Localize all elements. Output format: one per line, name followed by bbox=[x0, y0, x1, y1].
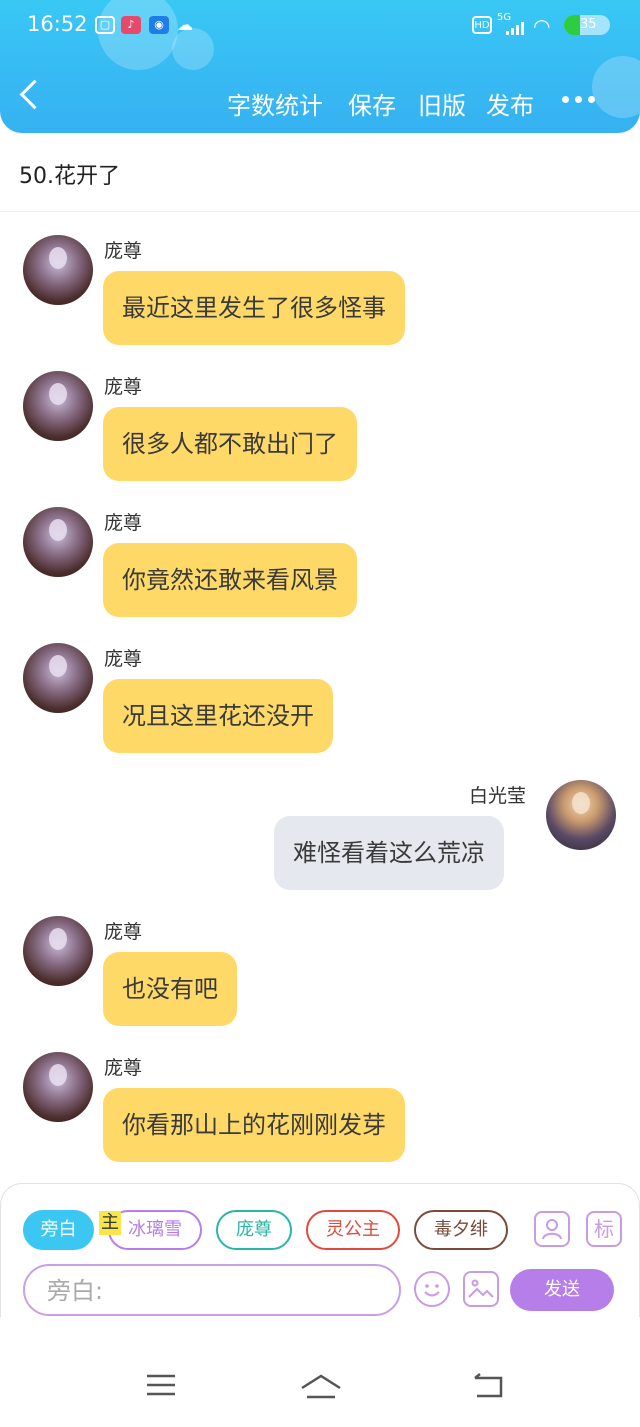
avatar-pangzun[interactable] bbox=[23, 371, 93, 441]
publish-button[interactable]: 发布 bbox=[486, 86, 534, 121]
menu-icon[interactable] bbox=[145, 1372, 177, 1402]
speaker-name: 庞尊 bbox=[104, 1057, 143, 1079]
speaker-name: 庞尊 bbox=[104, 240, 143, 262]
speaker-name: 庞尊 bbox=[104, 921, 143, 943]
word-count-button[interactable]: 字数统计 bbox=[227, 86, 323, 121]
message-bubble[interactable]: 最近这里发生了很多怪事 bbox=[103, 271, 405, 345]
message-bubble[interactable]: 你竟然还敢来看风景 bbox=[103, 543, 357, 617]
wifi-icon: ◠ bbox=[533, 14, 551, 38]
speaker-name: 庞尊 bbox=[104, 648, 143, 670]
character-chip-narrator[interactable]: 旁白 bbox=[23, 1210, 94, 1250]
speaker-name: 庞尊 bbox=[104, 512, 143, 534]
character-chip-linggongzhu[interactable]: 灵公主 bbox=[306, 1210, 400, 1250]
music-notification-icon: ♪ bbox=[121, 16, 141, 34]
message-bubble[interactable]: 你看那山上的花刚刚发芽 bbox=[103, 1088, 405, 1162]
character-chip-duxifei[interactable]: 毒夕绯 bbox=[414, 1210, 508, 1250]
home-icon[interactable] bbox=[299, 1373, 343, 1407]
message-bubble[interactable]: 况且这里花还没开 bbox=[103, 679, 333, 753]
old-version-button[interactable]: 旧版 bbox=[418, 86, 466, 121]
avatar-pangzun[interactable] bbox=[23, 643, 93, 713]
character-chip-pangzun[interactable]: 庞尊 bbox=[216, 1210, 292, 1250]
top-header: 16:52 ▢ ♪ ◉ ☁ HD 5G ◠ 35 字数统计 保存 旧版 发布 bbox=[0, 0, 640, 133]
emoji-icon[interactable] bbox=[414, 1271, 450, 1307]
message-bubble[interactable]: 很多人都不敢出门了 bbox=[103, 407, 357, 481]
back-icon[interactable] bbox=[471, 1372, 505, 1404]
speaker-name: 庞尊 bbox=[104, 376, 143, 398]
cloud-icon: ☁ bbox=[177, 15, 193, 34]
app-notification-icon: ▢ bbox=[95, 16, 115, 34]
hotspot-notification-icon: ◉ bbox=[149, 16, 169, 34]
character-chip-binglixue[interactable]: 冰璃雪 bbox=[108, 1210, 202, 1250]
avatar-pangzun[interactable] bbox=[23, 1052, 93, 1122]
message-bubble[interactable]: 难怪看着这么荒凉 bbox=[274, 816, 504, 890]
back-button[interactable] bbox=[19, 79, 50, 110]
main-character-badge: 主 bbox=[99, 1211, 121, 1235]
message-input[interactable] bbox=[45, 1276, 379, 1306]
message-input-wrapper bbox=[23, 1264, 401, 1316]
hd-voice-icon: HD bbox=[472, 16, 492, 34]
message-bubble[interactable]: 也没有吧 bbox=[103, 952, 237, 1026]
network-type: 5G bbox=[497, 12, 512, 23]
save-button[interactable]: 保存 bbox=[348, 86, 396, 121]
system-nav-bar bbox=[0, 1317, 640, 1427]
decor-bubble bbox=[592, 56, 640, 118]
divider bbox=[0, 211, 640, 212]
status-bar: 16:52 ▢ ♪ ◉ ☁ HD 5G ◠ 35 bbox=[0, 10, 640, 42]
avatar-pangzun[interactable] bbox=[23, 507, 93, 577]
avatar-baiguangying[interactable] bbox=[546, 780, 616, 850]
user-card-icon[interactable] bbox=[534, 1211, 570, 1247]
avatar-pangzun[interactable] bbox=[23, 235, 93, 305]
avatar-pangzun[interactable] bbox=[23, 916, 93, 986]
battery-icon: 35 bbox=[564, 15, 610, 35]
status-time: 16:52 bbox=[27, 12, 88, 36]
chapter-title[interactable]: 50.花开了 bbox=[19, 158, 120, 190]
image-icon[interactable] bbox=[463, 1271, 499, 1307]
mark-icon[interactable]: 标 bbox=[586, 1211, 622, 1247]
speaker-name: 白光莹 bbox=[469, 785, 527, 807]
send-button[interactable]: 发送 bbox=[510, 1269, 614, 1311]
